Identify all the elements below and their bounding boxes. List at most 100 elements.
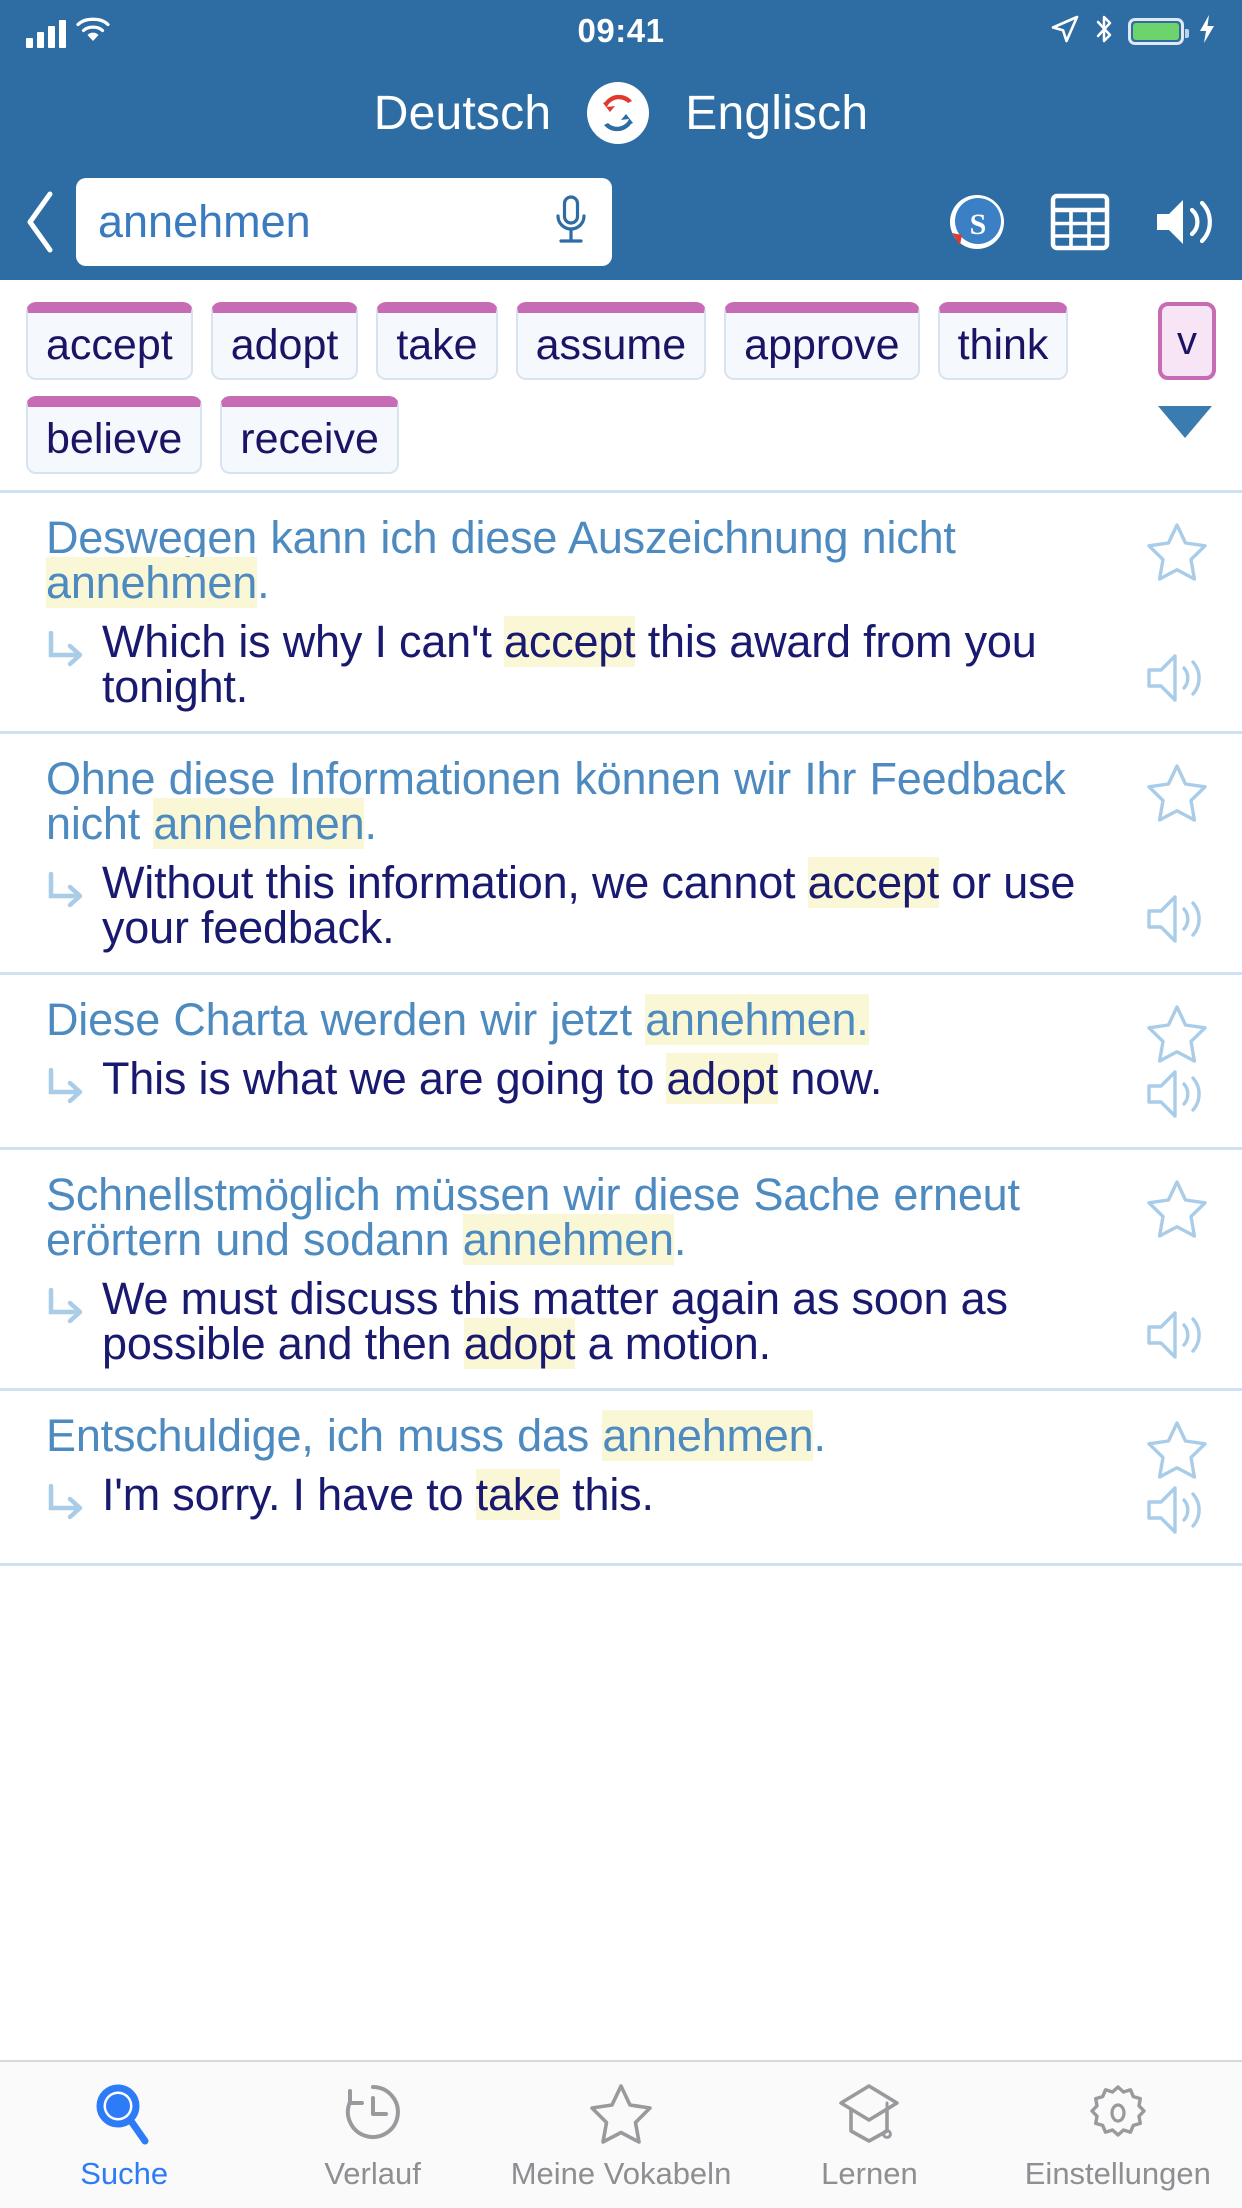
source-prefix: Entschuldige, ich muss das — [46, 1410, 603, 1461]
results-list: Deswegen kann ich diese Auszeichnung nic… — [0, 493, 1242, 2060]
source-sentence: Ohne diese Informationen können wir Ihr … — [46, 756, 1102, 849]
language-switcher[interactable]: Deutsch Englisch — [0, 62, 1242, 164]
star-outline-icon[interactable] — [1145, 521, 1209, 583]
result-actions — [1112, 1172, 1242, 1366]
target-sentence: Which is why I can't accept this award f… — [92, 616, 1102, 709]
translation-chip[interactable]: take — [376, 302, 498, 380]
result-text: Entschuldige, ich muss das annehmen. I'm… — [0, 1410, 1112, 1541]
source-sentence: Schnellstmöglich müssen wir diese Sache … — [46, 1172, 1102, 1265]
result-row[interactable]: Schnellstmöglich müssen wir diese Sache … — [0, 1150, 1242, 1391]
part-of-speech-badge[interactable]: v — [1158, 302, 1216, 380]
target-highlight: adopt — [666, 1053, 779, 1104]
speaker-icon[interactable] — [1144, 1306, 1210, 1364]
status-bar: 09:41 — [0, 0, 1242, 62]
translation-chips-section: accept adopt take assume approve think b… — [0, 280, 1242, 493]
translation-arrow-icon — [46, 1472, 92, 1529]
translation-arrow-icon — [46, 1056, 92, 1113]
linguee-s-icon[interactable]: S — [946, 191, 1008, 253]
target-sentence: We must discuss this matter again as soo… — [92, 1276, 1102, 1369]
tab-suche[interactable]: Suche — [0, 2078, 248, 2189]
target-row: Which is why I can't accept this award f… — [46, 616, 1102, 709]
tab-einstellungen[interactable]: Einstellungen — [994, 2078, 1242, 2189]
source-suffix: . — [257, 557, 270, 608]
swap-languages-icon[interactable] — [587, 82, 650, 144]
source-suffix: . — [673, 1214, 687, 1265]
result-actions — [1112, 756, 1242, 950]
translation-chip[interactable]: assume — [515, 302, 707, 380]
target-sentence: I'm sorry. I have to take this. — [92, 1469, 1102, 1529]
microphone-icon[interactable] — [548, 193, 594, 251]
translation-chip[interactable]: accept — [26, 302, 193, 380]
triangle-down-icon[interactable] — [1158, 406, 1212, 438]
result-row[interactable]: Entschuldige, ich muss das annehmen. I'm… — [0, 1391, 1242, 1566]
tab-lernen[interactable]: Lernen — [745, 2078, 993, 2189]
source-prefix: Diese Charta werden wir jetzt — [46, 994, 646, 1045]
star-outline-icon[interactable] — [1145, 1003, 1209, 1065]
speaker-icon[interactable] — [1144, 890, 1210, 948]
target-prefix: Without this information, we cannot — [102, 857, 808, 908]
svg-text:S: S — [970, 208, 987, 241]
star-outline-icon — [589, 2078, 653, 2150]
source-sentence: Diese Charta werden wir jetzt annehmen. — [46, 994, 1102, 1045]
target-suffix: a motion. — [575, 1318, 772, 1369]
result-row[interactable]: Ohne diese Informationen können wir Ihr … — [0, 734, 1242, 975]
source-language-label[interactable]: Deutsch — [374, 86, 552, 141]
tab-meine-vokabeln[interactable]: Meine Vokabeln — [497, 2078, 745, 2189]
star-outline-icon[interactable] — [1145, 762, 1209, 824]
result-actions — [1112, 1413, 1242, 1541]
star-outline-icon[interactable] — [1145, 1178, 1209, 1240]
bottom-tab-bar: Suche Verlauf Meine Vokabeln Lernen Eins… — [0, 2060, 1242, 2208]
target-highlight: adopt — [463, 1318, 576, 1369]
target-suffix: now. — [778, 1053, 883, 1104]
target-highlight: accept — [807, 857, 940, 908]
result-text: Schnellstmöglich müssen wir diese Sache … — [0, 1172, 1112, 1369]
speaker-icon[interactable] — [1144, 649, 1210, 707]
target-sentence: This is what we are going to adopt now. — [92, 1053, 1102, 1113]
tab-verlauf[interactable]: Verlauf — [248, 2078, 496, 2189]
target-row: This is what we are going to adopt now. — [46, 1053, 1102, 1113]
target-suffix: this. — [559, 1469, 654, 1520]
translation-arrow-icon — [46, 619, 92, 709]
target-highlight: accept — [504, 616, 636, 667]
source-highlight: annehmen. — [645, 994, 869, 1045]
source-sentence: Deswegen kann ich diese Auszeichnung nic… — [46, 515, 1102, 608]
source-suffix: . — [364, 798, 377, 849]
tab-label: Verlauf — [324, 2156, 421, 2191]
tab-label: Einstellungen — [1024, 2156, 1211, 2191]
status-bar-right — [1050, 14, 1216, 49]
speaker-icon[interactable] — [1144, 1065, 1210, 1123]
gear-icon — [1086, 2078, 1150, 2150]
translation-chip[interactable]: receive — [220, 396, 399, 474]
result-row[interactable]: Diese Charta werden wir jetzt annehmen. … — [0, 975, 1242, 1150]
location-arrow-icon — [1050, 14, 1080, 49]
graduation-cap-icon — [837, 2078, 901, 2150]
star-outline-icon[interactable] — [1145, 1419, 1209, 1481]
translation-chip[interactable]: approve — [724, 302, 920, 380]
source-highlight: annehmen — [462, 1214, 674, 1265]
source-sentence: Entschuldige, ich muss das annehmen. — [46, 1410, 1102, 1461]
target-prefix: Which is why I can't — [102, 616, 505, 667]
speaker-icon[interactable] — [1144, 1481, 1210, 1539]
translation-chips: accept adopt take assume approve think b… — [26, 302, 1216, 474]
target-row: Without this information, we cannot acce… — [46, 857, 1102, 950]
app-root: 09:41 Deutsch Englisch annehmen S accept… — [0, 0, 1242, 2208]
result-row[interactable]: Deswegen kann ich diese Auszeichnung nic… — [0, 493, 1242, 734]
chevron-left-icon[interactable] — [12, 186, 70, 258]
translation-arrow-icon — [46, 1276, 92, 1366]
source-suffix: . — [813, 1410, 826, 1461]
translation-arrow-icon — [46, 860, 92, 950]
speaker-icon[interactable] — [1152, 193, 1218, 251]
target-prefix: This is what we are going to — [102, 1053, 667, 1104]
search-input-value[interactable]: annehmen — [98, 196, 548, 248]
target-sentence: Without this information, we cannot acce… — [92, 857, 1102, 950]
search-input[interactable]: annehmen — [76, 178, 612, 266]
result-text: Diese Charta werden wir jetzt annehmen. … — [0, 994, 1112, 1125]
app-header: 09:41 Deutsch Englisch annehmen S — [0, 0, 1242, 280]
conjugation-table-icon[interactable] — [1050, 193, 1110, 251]
translation-chip[interactable]: adopt — [210, 302, 359, 380]
magnifier-icon — [93, 2078, 155, 2150]
tab-label: Lernen — [821, 2156, 918, 2191]
target-language-label[interactable]: Englisch — [685, 86, 868, 141]
translation-chip[interactable]: think — [937, 302, 1069, 380]
translation-chip[interactable]: believe — [26, 396, 203, 474]
